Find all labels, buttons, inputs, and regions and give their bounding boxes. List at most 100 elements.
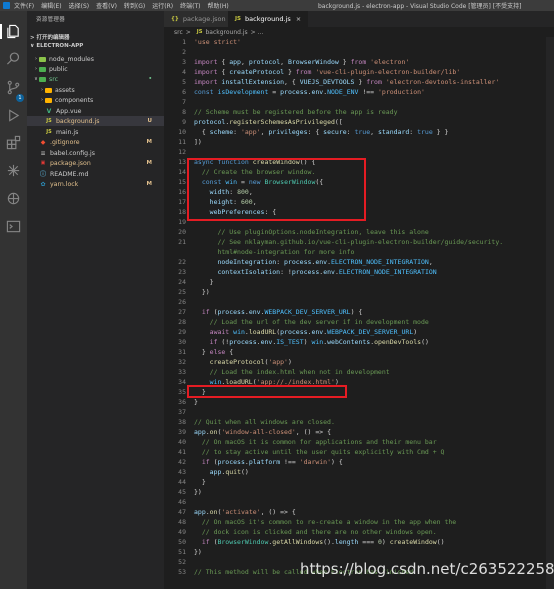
code-line[interactable]: 26	[164, 297, 554, 307]
code-line[interactable]: 4 import { createProtocol } from 'vue-cli…	[164, 67, 554, 77]
code-line[interactable]: 3 import { app, protocol, BrowserWindow }…	[164, 57, 554, 67]
code-line[interactable]: 29 await win.loadURL(process.env.WEBPACK…	[164, 327, 554, 337]
tree-folder-assets[interactable]: › assets	[27, 85, 164, 95]
code-text: })	[194, 487, 202, 497]
menu-terminal[interactable]: 终端(T)	[180, 1, 200, 10]
code-line[interactable]: 5 import installExtension, { VUEJS_DEVTOO…	[164, 77, 554, 87]
code-line[interactable]: 31 } else {	[164, 347, 554, 357]
run-debug-icon[interactable]	[6, 108, 21, 123]
minimap[interactable]	[546, 37, 554, 589]
menu-selection[interactable]: 选择(S)	[69, 1, 90, 10]
code-line[interactable]: 46	[164, 497, 554, 507]
code-token: 'app'	[240, 128, 261, 136]
code-line[interactable]: 36}	[164, 397, 554, 407]
code-line[interactable]: 27 if (process.env.WEBPACK_DEV_SERVER_UR…	[164, 307, 554, 317]
code-line[interactable]: 12	[164, 147, 554, 157]
code-token: on	[209, 428, 218, 436]
tree-file-app-vue[interactable]: V App.vue	[27, 106, 164, 116]
breadcrumb-symbol[interactable]: > ...	[251, 29, 264, 36]
code-line[interactable]: 47 app.on('activate', () => {	[164, 507, 554, 517]
code-token: getAllWindows	[272, 538, 324, 546]
code-line[interactable]: 28 // Load the url of the dev server if …	[164, 317, 554, 327]
code-line[interactable]: 11])	[164, 137, 554, 147]
code-line[interactable]: 50 if (BrowserWindow.getAllWindows().len…	[164, 537, 554, 547]
tab-package-json[interactable]: {} package.json	[164, 11, 228, 27]
line-number: 37	[178, 408, 186, 416]
tree-file-gitignore[interactable]: ◆ .gitignore M	[27, 137, 164, 147]
tree-file-readme[interactable]: ⓘ README.md	[27, 169, 164, 179]
code-line[interactable]: 45})	[164, 487, 554, 497]
close-icon[interactable]: ×	[296, 15, 301, 23]
tab-background-js[interactable]: JS background.js ×	[228, 11, 308, 27]
code-text: if (process.platform !== 'darwin') {	[194, 457, 343, 467]
code-line[interactable]: 22 nodeIntegration: process.env.ELECTRON…	[164, 257, 554, 267]
search-icon[interactable]	[6, 51, 21, 66]
extensions-icon[interactable]	[6, 135, 21, 150]
open-editors-section[interactable]: > 打开的编辑器	[30, 33, 70, 41]
code-line[interactable]: 42 if (process.platform !== 'darwin') {	[164, 457, 554, 467]
menu-view[interactable]: 查看(V)	[96, 1, 117, 10]
code-token: createProtocol	[229, 68, 285, 76]
code-line[interactable]: 39 app.on('window-all-closed', () => {	[164, 427, 554, 437]
code-line[interactable]: 49 // dock icon is clicked and there are…	[164, 527, 554, 537]
code-text: import { createProtocol } from 'vue-cli-…	[194, 67, 460, 77]
code-line[interactable]: 23 contextIsolation: !process.env.ELECTR…	[164, 267, 554, 277]
code-line[interactable]: 8 // Scheme must be registered before the…	[164, 107, 554, 117]
code-line[interactable]: 44 }	[164, 477, 554, 487]
code-text: protocol.registerSchemesAsPrivileged([	[194, 117, 343, 127]
code-line[interactable]: html#node-integration for more info	[164, 247, 554, 257]
code-token: )	[381, 538, 390, 546]
tree-file-package-json[interactable]: ▣ package.json M	[27, 158, 164, 168]
line-number: 3	[182, 58, 186, 66]
menu-run[interactable]: 运行(R)	[152, 1, 173, 10]
menu-help[interactable]: 帮助(H)	[207, 1, 228, 10]
code-line[interactable]: 1 'use strict'	[164, 37, 554, 47]
source-control-icon[interactable]	[6, 80, 21, 95]
code-line[interactable]: 30 if (!process.env.IS_TEST) win.webCont…	[164, 337, 554, 347]
tree-folder-components[interactable]: › components	[27, 95, 164, 105]
tree-file-yarn-lock[interactable]: ✿ yarn.lock M	[27, 179, 164, 189]
code-line[interactable]: 20 // Use pluginOptions.nodeIntegration,…	[164, 227, 554, 237]
code-text: if (!process.env.IS_TEST) win.webContent…	[194, 337, 429, 347]
code-line[interactable]: 37	[164, 407, 554, 417]
tree-file-main-js[interactable]: JS main.js	[27, 127, 164, 137]
breadcrumb-folder[interactable]: src	[174, 29, 183, 36]
code-line[interactable]: 51})	[164, 547, 554, 557]
explorer-icon[interactable]	[6, 24, 21, 39]
code-editor[interactable]: 1'use strict' 2 3 import { app, protocol, B…	[164, 37, 554, 589]
terminal-panel-icon[interactable]	[6, 219, 21, 234]
code-line[interactable]: 48 // On macOS it's common to re-create …	[164, 517, 554, 527]
menu-edit[interactable]: 编辑(E)	[41, 1, 61, 10]
code-line[interactable]: 33 // Load the index.html when not in de…	[164, 367, 554, 377]
breadcrumb-file[interactable]: background.js	[205, 29, 247, 36]
code-line[interactable]: 9 protocol.registerSchemesAsPrivileged([	[164, 117, 554, 127]
code-line[interactable]: 7	[164, 97, 554, 107]
menu-go[interactable]: 转到(G)	[124, 1, 145, 10]
code-token: })	[194, 548, 202, 556]
tree-folder-public[interactable]: › public	[27, 64, 164, 74]
tree-file-background-js[interactable]: JS background.js U	[27, 116, 164, 126]
code-line[interactable]: 2	[164, 47, 554, 57]
code-token: // On macOS it is common for application…	[194, 438, 437, 446]
code-line[interactable]: 41 // to stay active until the user quit…	[164, 447, 554, 457]
tree-file-babel-config[interactable]: ≡ babel.config.js	[27, 148, 164, 158]
project-section[interactable]: ∨ ELECTRON-APP	[30, 43, 83, 49]
remote-explorer-icon[interactable]	[6, 163, 21, 178]
code-line[interactable]: 32 createProtocol('app')	[164, 357, 554, 367]
code-line[interactable]: 21 // See nklayman.github.io/vue-cli-plu…	[164, 237, 554, 247]
git-graph-icon[interactable]	[6, 191, 21, 206]
code-line[interactable]: 40 // On macOS it is common for applicat…	[164, 437, 554, 447]
code-line[interactable]: 25 })	[164, 287, 554, 297]
menu-file[interactable]: 文件(F)	[14, 1, 34, 10]
code-line[interactable]: 6 const isDevelopment = process.env.NODE_…	[164, 87, 554, 97]
code-line[interactable]: 43 app.quit()	[164, 467, 554, 477]
tree-folder-src[interactable]: ∨ src •	[27, 74, 164, 84]
tree-folder-node-modules[interactable]: › node_modules	[27, 54, 164, 64]
code-token: :	[409, 128, 418, 136]
code-line[interactable]: 10 { scheme: 'app', privileges: { secure…	[164, 127, 554, 137]
code-token: ,	[240, 58, 249, 66]
code-token: webContents	[327, 338, 371, 346]
code-line[interactable]: 24 }	[164, 277, 554, 287]
code-line[interactable]: 38 // Quit when all windows are closed.	[164, 417, 554, 427]
code-token: }	[284, 68, 296, 76]
